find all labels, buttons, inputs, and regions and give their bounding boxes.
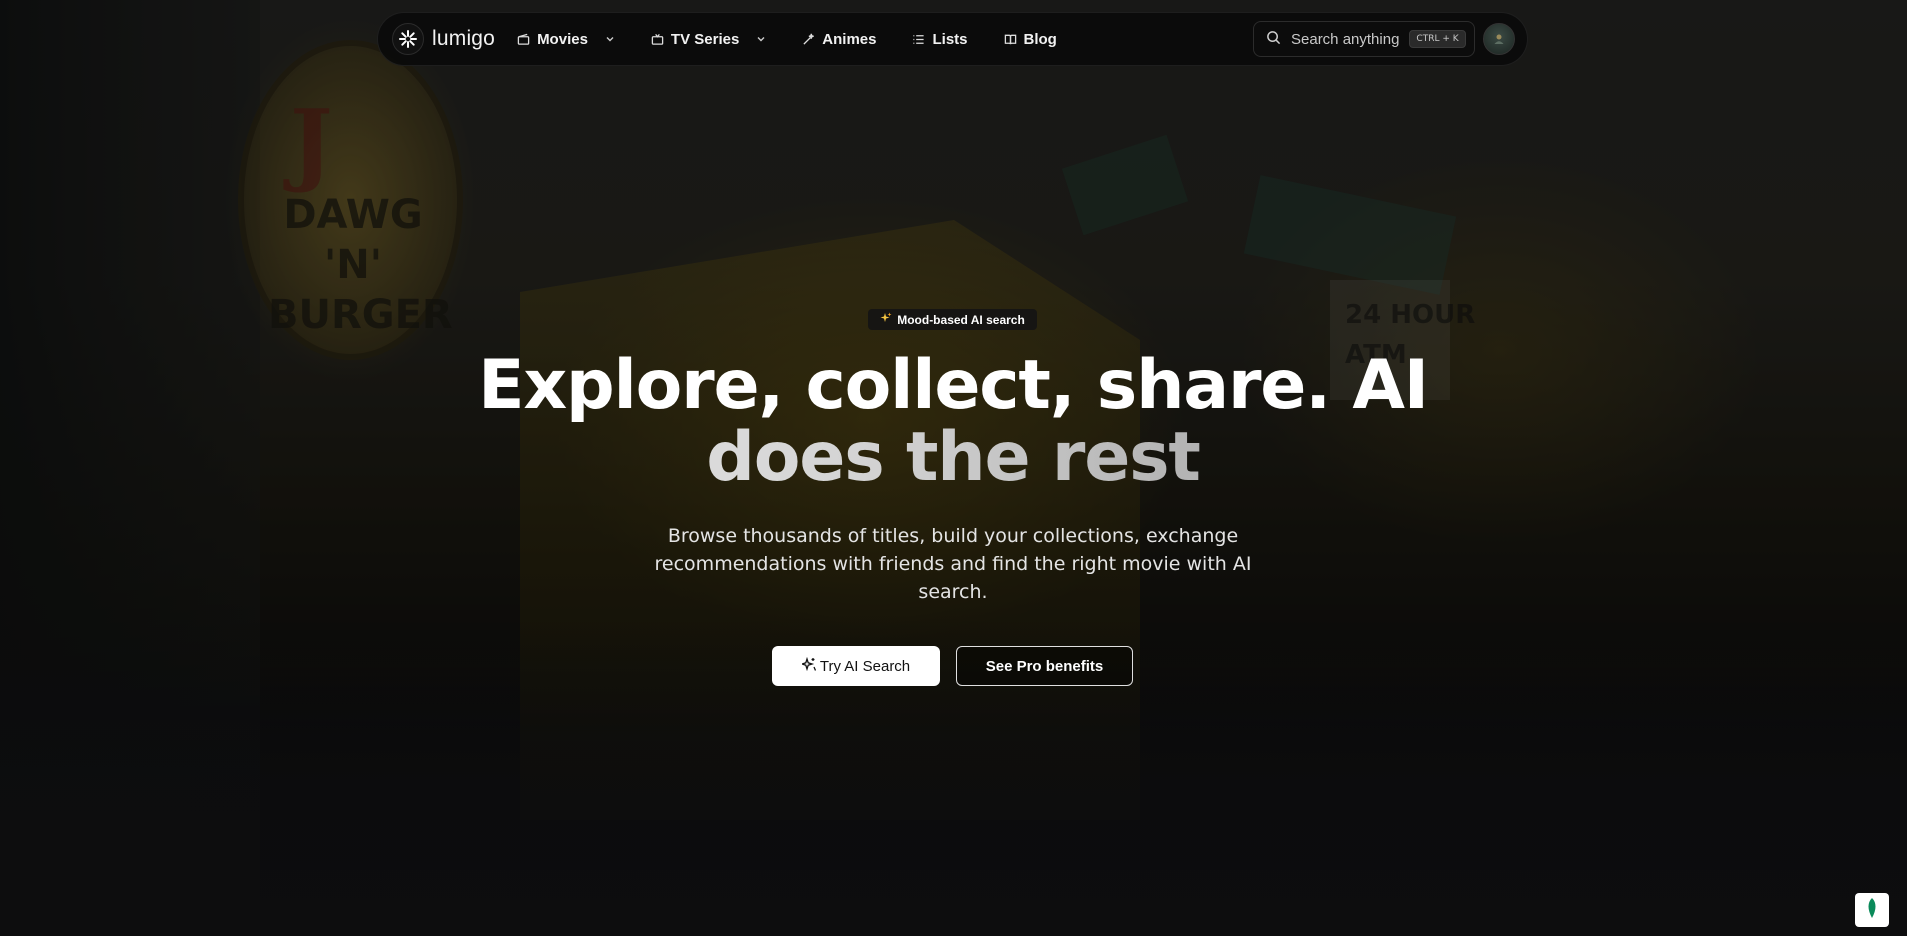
wand-icon [802, 33, 815, 46]
see-pro-benefits-button[interactable]: See Pro benefits [956, 646, 1133, 686]
search-shortcut-badge: CTRL + K [1409, 30, 1466, 48]
nav-lists[interactable]: Lists [912, 30, 968, 48]
book-icon [1004, 33, 1017, 46]
lumigo-logo-icon [392, 23, 424, 55]
nav-animes-label: Animes [822, 30, 877, 48]
see-pro-benefits-label: See Pro benefits [985, 657, 1104, 675]
user-avatar[interactable] [1483, 23, 1515, 55]
hero-subtitle: Browse thousands of titles, build your c… [654, 525, 1252, 603]
nav-blog[interactable]: Blog [1004, 31, 1057, 48]
nav-blog-label: Blog [1023, 30, 1057, 48]
list-icon [912, 33, 925, 46]
try-ai-search-button[interactable]: Try AI Search [772, 646, 940, 686]
search-icon [1266, 30, 1281, 49]
search-input[interactable]: Search anything CTRL + K [1253, 21, 1475, 57]
sparkles-icon [880, 312, 892, 327]
tv-icon [651, 33, 664, 46]
sparkles-icon [799, 656, 816, 675]
search-placeholder: Search anything [1291, 30, 1400, 48]
nav-movies[interactable]: Movies [517, 31, 615, 48]
nav-animes[interactable]: Animes [802, 31, 876, 48]
chevron-down-icon [756, 34, 766, 44]
brand-name: lumigo [432, 27, 496, 50]
nav-tv-series[interactable]: TV Series [651, 31, 766, 48]
try-ai-search-label: Try AI Search [819, 657, 911, 675]
ai-search-badge: Mood-based AI search [868, 309, 1037, 330]
top-navbar: lumigo Movies TV Series Animes Lists Blo… [377, 12, 1528, 66]
ai-search-badge-label: Mood-based AI search [897, 312, 1025, 327]
hero-title-line-2: does the rest [453, 422, 1453, 494]
nav-movies-label: Movies [537, 30, 588, 48]
chevron-down-icon [605, 34, 615, 44]
leaf-icon [1864, 897, 1880, 923]
film-icon [517, 33, 530, 46]
nav-tv-series-label: TV Series [670, 30, 740, 48]
floating-widget-button[interactable] [1855, 893, 1889, 927]
hero-title-line-1: Explore, collect, share. AI [478, 346, 1429, 425]
brand-logo[interactable]: lumigo [392, 23, 495, 55]
nav-lists-label: Lists [932, 30, 968, 48]
hero-title: Explore, collect, share. AI does the res… [453, 350, 1453, 494]
